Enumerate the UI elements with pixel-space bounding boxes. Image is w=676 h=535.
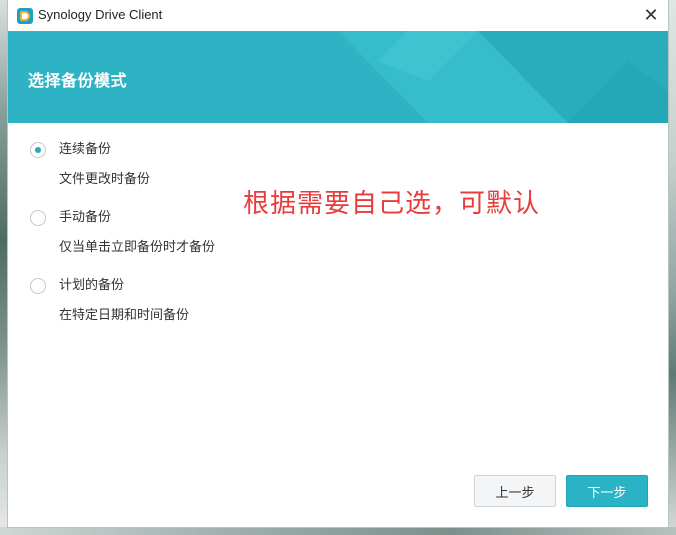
header-banner: 选择备份模式 <box>8 31 668 123</box>
previous-button[interactable]: 上一步 <box>474 475 556 507</box>
close-button[interactable]: ✕ <box>634 0 668 31</box>
desktop-background-left <box>0 0 8 535</box>
radio-manual-backup[interactable] <box>30 210 46 226</box>
desktop-background-right <box>668 0 676 535</box>
app-window: Synology Drive Client ✕ 选择备份模式 连续备份 文件更改… <box>8 0 668 527</box>
synology-drive-icon <box>17 8 33 24</box>
option-label: 手动备份 <box>59 210 112 225</box>
window-title: Synology Drive Client <box>38 7 163 22</box>
option-label: 计划的备份 <box>59 278 125 293</box>
radio-continuous-backup[interactable] <box>30 142 46 158</box>
option-description: 仅当单击立即备份时才备份 <box>59 240 216 255</box>
annotation-text: 根据需要自己选，可默认 <box>243 189 541 219</box>
page-title: 选择备份模式 <box>28 71 128 90</box>
close-icon: ✕ <box>643 5 659 26</box>
radio-scheduled-backup[interactable] <box>30 278 46 294</box>
option-description: 在特定日期和时间备份 <box>59 308 190 323</box>
option-description: 文件更改时备份 <box>59 172 151 187</box>
next-button[interactable]: 下一步 <box>566 475 648 507</box>
content-area: 连续备份 文件更改时备份 手动备份 仅当单击立即备份时才备份 计划的备份 在特定… <box>8 123 668 527</box>
option-label: 连续备份 <box>59 142 112 157</box>
desktop-background-bottom <box>0 527 676 535</box>
title-bar[interactable]: Synology Drive Client ✕ <box>8 0 668 31</box>
